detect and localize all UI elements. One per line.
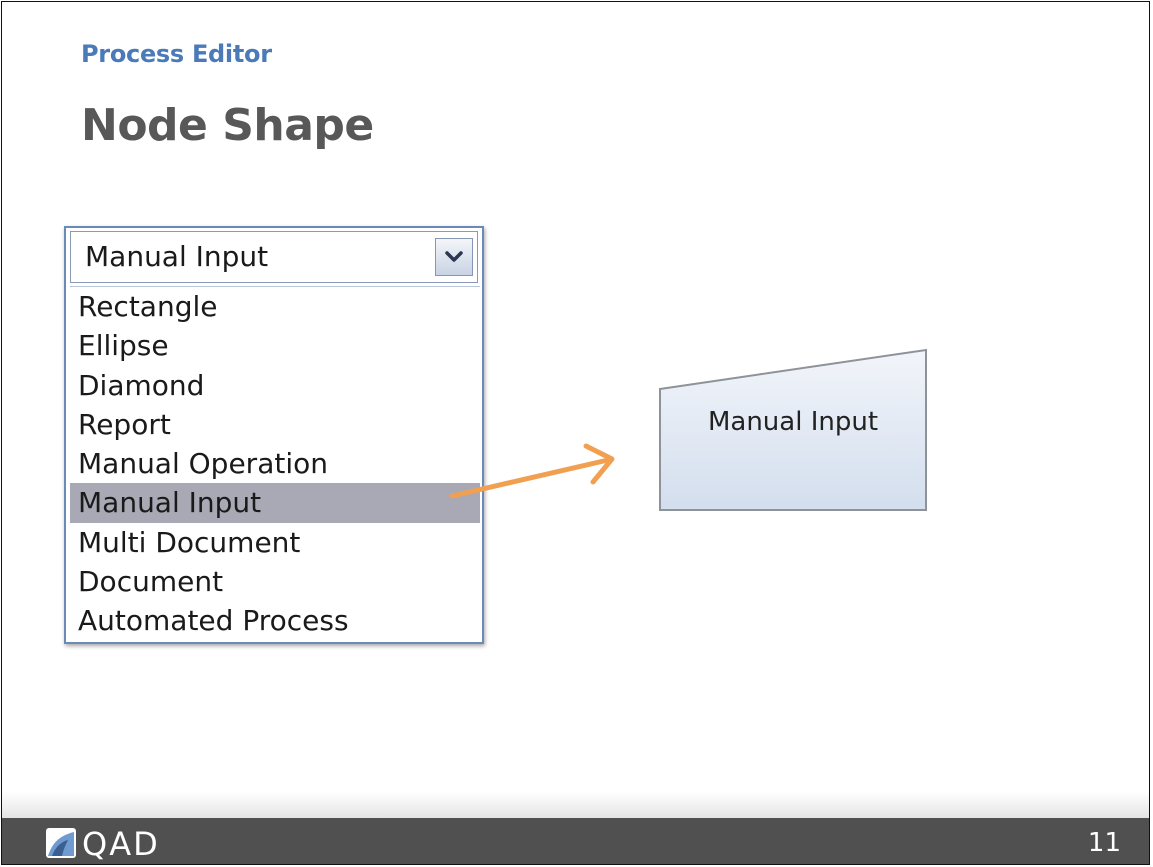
chevron-down-icon <box>445 251 463 262</box>
option-document[interactable]: Document <box>70 562 480 601</box>
selected-value: Manual Input <box>85 240 269 273</box>
footer-fade <box>2 792 1149 818</box>
option-manual-input[interactable]: Manual Input <box>70 483 480 523</box>
option-ellipse[interactable]: Ellipse <box>70 326 480 365</box>
option-automated-process[interactable]: Automated Process <box>70 601 480 640</box>
pointer-arrow <box>449 443 615 499</box>
page-title: Node Shape <box>81 100 374 151</box>
logo-text: QAD <box>82 825 160 863</box>
option-diamond[interactable]: Diamond <box>70 366 480 405</box>
dropdown-toggle-button[interactable] <box>435 238 473 276</box>
page-number: 11 <box>1087 828 1121 858</box>
option-multi-document[interactable]: Multi Document <box>70 523 480 562</box>
qad-logo-icon <box>46 828 76 858</box>
option-rectangle[interactable]: Rectangle <box>70 287 480 326</box>
options-list: Rectangle Ellipse Diamond Report Manual … <box>70 286 480 641</box>
node-shape-dropdown[interactable]: Manual Input Rectangle Ellipse Diamond R… <box>64 226 484 644</box>
node-shape-combobox[interactable]: Manual Input <box>70 231 478 283</box>
section-title: Process Editor <box>81 40 272 68</box>
option-manual-operation[interactable]: Manual Operation <box>70 444 480 483</box>
slide: Process Editor Node Shape Manual Input R… <box>1 1 1150 865</box>
shape-label: Manual Input <box>707 407 879 437</box>
footer-bar <box>2 818 1149 864</box>
option-report[interactable]: Report <box>70 405 480 444</box>
